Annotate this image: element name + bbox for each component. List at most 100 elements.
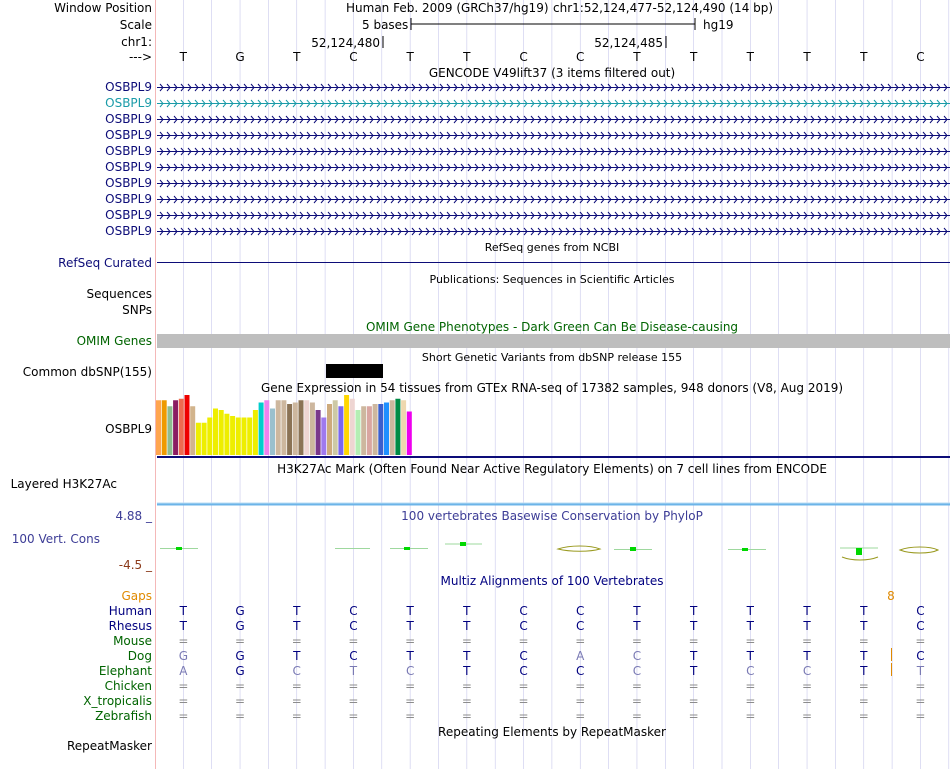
transcript-label[interactable]: OSBPL9 [105, 112, 152, 126]
aligned-base: = [575, 694, 585, 708]
aligned-base: = [632, 709, 642, 723]
gtex-tissue-bar[interactable] [281, 400, 287, 455]
gtex-tissue-bar[interactable] [349, 398, 355, 455]
species-name[interactable]: Dog [128, 649, 152, 663]
gtex-tissue-bar[interactable] [213, 408, 218, 456]
gtex-tissue-bar[interactable] [156, 400, 161, 455]
gtex-tissue-bar[interactable] [207, 417, 213, 456]
transcript-label[interactable]: OSBPL9 [105, 176, 152, 190]
gtex-tissue-bar[interactable] [230, 416, 236, 455]
scale-text: 5 bases [362, 18, 408, 32]
aligned-base: T [859, 619, 868, 633]
gtex-tissue-bar[interactable] [298, 400, 304, 455]
gtex-tissue-bar[interactable] [384, 402, 389, 456]
gtex-tissue-bar[interactable] [304, 400, 310, 455]
gtex-tissue-bar[interactable] [167, 406, 173, 455]
gtex-tissue-bar[interactable] [218, 410, 224, 455]
gtex-tissue-bar[interactable] [327, 404, 332, 455]
gtex-label[interactable]: OSBPL9 [105, 422, 152, 436]
gtex-tissue-bar[interactable] [338, 406, 344, 455]
gtex-tissue-bar[interactable] [184, 395, 190, 455]
gtex-tissue-bar[interactable] [315, 410, 321, 455]
gtex-tissue-bar[interactable] [161, 400, 167, 455]
gtex-tissue-bar[interactable] [389, 400, 395, 455]
gtex-tissue-bar[interactable] [270, 408, 275, 456]
genome-browser-image[interactable]: Window Position Scale chr1: ---> Human F… [0, 0, 950, 769]
omim-phenotype-bar[interactable] [157, 334, 950, 348]
phylop-label[interactable]: 100 Vert. Cons [12, 532, 100, 546]
aligned-base: T [746, 619, 755, 633]
dbsnp-variant[interactable] [326, 364, 383, 378]
h3k27ac-label[interactable]: Layered H3K27Ac [11, 477, 117, 491]
h3k27ac-track-title: H3K27Ac Mark (Often Found Near Active Re… [277, 462, 827, 476]
transcript-label[interactable]: OSBPL9 [105, 208, 152, 222]
gtex-tissue-bar[interactable] [332, 400, 338, 455]
omim-label[interactable]: OMIM Genes [77, 334, 152, 348]
gtex-tissue-bar[interactable] [241, 417, 247, 456]
transcript-label[interactable]: OSBPL9 [105, 224, 152, 238]
gencode-track-title: GENCODE V49lift37 (3 items filtered out) [429, 66, 675, 80]
reference-base: C [349, 50, 357, 64]
aligned-base: C [349, 604, 357, 618]
gtex-tissue-bar[interactable] [190, 406, 196, 455]
gtex-tissue-bar[interactable] [235, 417, 241, 456]
gtex-tissue-bar[interactable] [173, 400, 179, 455]
species-name[interactable]: Rhesus [109, 619, 152, 633]
transcript-label[interactable]: OSBPL9 [105, 160, 152, 174]
aligned-base: T [802, 604, 811, 618]
gtex-tissue-bar[interactable] [378, 404, 384, 455]
publications-snps-label[interactable]: SNPs [122, 303, 152, 317]
transcript-label[interactable]: OSBPL9 [105, 144, 152, 158]
repeatmasker-label[interactable]: RepeatMasker [67, 739, 152, 753]
aligned-base: T [802, 649, 811, 663]
gtex-tissue-bar[interactable] [247, 417, 253, 456]
gtex-tissue-bar[interactable] [292, 402, 298, 456]
gtex-tissue-bar[interactable] [361, 406, 367, 455]
species-name[interactable]: Mouse [113, 634, 152, 648]
gtex-tissue-bar[interactable] [355, 410, 361, 455]
gtex-tissue-bar[interactable] [344, 395, 350, 455]
gtex-tissue-bar[interactable] [201, 422, 207, 455]
reference-base: T [802, 50, 811, 64]
gtex-tissue-bar[interactable] [395, 398, 401, 455]
aligned-base: = [632, 634, 642, 648]
species-name[interactable]: Elephant [99, 664, 152, 678]
aligned-base: = [915, 694, 925, 708]
gtex-tissue-bar[interactable] [321, 417, 327, 456]
aligned-base: C [916, 604, 924, 618]
publications-sequences-label[interactable]: Sequences [87, 287, 152, 301]
aligned-base: = [462, 634, 472, 648]
aligned-base: = [292, 679, 302, 693]
species-name[interactable]: X_tropicalis [83, 694, 152, 708]
gtex-tissue-bar[interactable] [406, 411, 412, 456]
refseq-label[interactable]: RefSeq Curated [58, 256, 152, 270]
aligned-base: C [746, 664, 754, 678]
gtex-tissue-bar[interactable] [275, 400, 281, 455]
gtex-tissue-bar[interactable] [287, 404, 293, 455]
transcript-label[interactable]: OSBPL9 [105, 192, 152, 206]
reference-base: T [179, 50, 188, 64]
gtex-tissue-bar[interactable] [366, 406, 372, 455]
gtex-tissue-bar[interactable] [309, 402, 315, 456]
gtex-tissue-bar[interactable] [372, 404, 378, 455]
species-name[interactable]: Zebrafish [95, 709, 152, 723]
transcript-label[interactable]: OSBPL9 [105, 96, 152, 110]
gtex-tissue-bar[interactable] [258, 402, 264, 456]
gtex-tissue-bar[interactable] [195, 422, 201, 455]
species-name[interactable]: Chicken [105, 679, 152, 693]
aligned-base: C [803, 664, 811, 678]
species-name[interactable]: Human [109, 604, 152, 618]
dbsnp-label[interactable]: Common dbSNP(155) [23, 365, 152, 379]
aligned-base: = [348, 679, 358, 693]
species-row[interactable]: Mouse = = = = = = = = = = = = = = [113, 634, 925, 648]
aligned-base: = [462, 694, 472, 708]
gtex-tissue-bar[interactable] [401, 400, 407, 455]
gtex-tissue-bar[interactable] [252, 410, 258, 455]
gtex-tissue-bar[interactable] [178, 398, 184, 455]
aligned-base: = [178, 634, 188, 648]
transcript-label[interactable]: OSBPL9 [105, 80, 152, 94]
gtex-tissue-bar[interactable] [224, 413, 230, 455]
gtex-tissue-bar[interactable] [264, 400, 270, 455]
transcript-label[interactable]: OSBPL9 [105, 128, 152, 142]
aligned-base: C [633, 664, 641, 678]
